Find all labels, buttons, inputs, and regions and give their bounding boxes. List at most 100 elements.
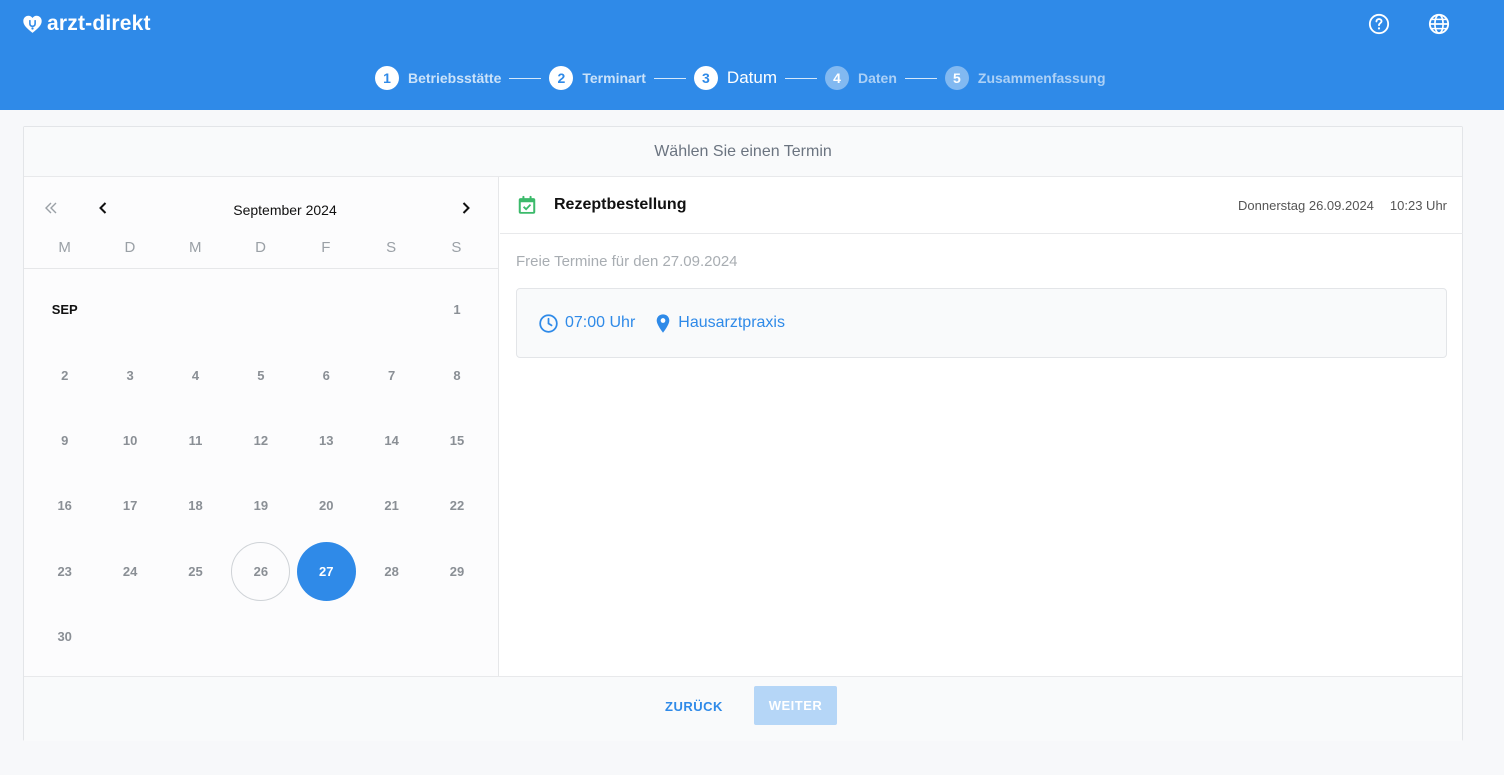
calendar-empty-cell	[97, 604, 162, 669]
help-icon[interactable]	[1368, 13, 1390, 35]
calendar-day[interactable]: 11	[163, 408, 228, 473]
calendar-day[interactable]: 28	[359, 539, 424, 604]
calendar-day-number: 15	[449, 432, 465, 448]
weekday-label: M	[58, 239, 71, 256]
calendar-day-number: 21	[384, 498, 399, 514]
calendar-empty-cell	[359, 277, 424, 342]
calendar-day-number: 16	[57, 498, 72, 514]
weekday-label: F	[321, 239, 331, 256]
progress-stepper: 1 Betriebsstätte 2 Terminart 3 Datum 4 D…	[375, 66, 1106, 90]
step-number: 4	[825, 66, 849, 90]
calendar-empty-cell	[163, 277, 228, 342]
step-terminart[interactable]: 2 Terminart	[549, 66, 646, 90]
appointment-detail-panel: Rezeptbestellung Donnerstag 26.09.2024 1…	[500, 177, 1463, 676]
step-datum: 3 Datum	[693, 66, 777, 90]
calendar-day[interactable]: 6	[294, 342, 359, 407]
calendar-day-number: 14	[384, 432, 399, 448]
calendar-navigation: September 2024	[24, 177, 499, 237]
calendar-day[interactable]: 2	[32, 342, 97, 407]
calendar-day-number: 20	[319, 498, 334, 514]
brand-name: arzt-direkt	[47, 12, 151, 35]
step-number: 3	[693, 66, 718, 90]
calendar-day[interactable]: 1	[424, 277, 489, 342]
weekday-label: S	[451, 239, 462, 256]
step-connector	[785, 77, 817, 79]
step-label: Betriebsstätte	[408, 70, 502, 86]
calendar-day-selected[interactable]: 27	[294, 539, 359, 604]
current-time: 10:23 Uhr	[1389, 198, 1447, 213]
calendar-day[interactable]: 9	[32, 408, 97, 473]
calendar-day[interactable]: 5	[228, 342, 293, 407]
brand-logo[interactable]: arzt-direkt	[22, 12, 151, 36]
calendar-day-today[interactable]: 26	[228, 539, 293, 604]
calendar-week-row: SEP 1	[32, 277, 490, 342]
calendar-day-number: 29	[449, 563, 465, 579]
calendar-day-number: 7	[388, 367, 396, 383]
step-connector	[509, 77, 542, 79]
calendar-day[interactable]: 4	[163, 342, 228, 407]
back-button[interactable]: ZURÜCK	[644, 687, 744, 725]
calendar-day-number: 3	[126, 367, 134, 383]
calendar-week-row: 2 3 4 5 6 7 8	[32, 342, 490, 407]
calendar-day[interactable]: 16	[32, 473, 97, 538]
step-betriebsstaette[interactable]: 1 Betriebsstätte	[375, 66, 501, 90]
calendar-day[interactable]: 12	[228, 408, 293, 473]
step-number: 5	[944, 66, 969, 90]
time-slot-card[interactable]: 07:00 Uhr Hausarztpraxis	[516, 288, 1447, 358]
calendar-day[interactable]: 22	[424, 473, 489, 538]
calendar-day-number: 25	[188, 563, 203, 579]
calendar-day[interactable]: 29	[424, 539, 489, 604]
calendar-day[interactable]: 19	[228, 473, 293, 538]
calendar-day[interactable]: 20	[294, 473, 359, 538]
free-slots-label: Freie Termine für den 27.09.2024	[516, 253, 738, 270]
calendar-day[interactable]: 25	[163, 539, 228, 604]
slot-time-text: 07:00 Uhr	[565, 314, 636, 331]
calendar-day[interactable]: 10	[97, 408, 162, 473]
calendar-day[interactable]: 21	[359, 473, 424, 538]
calendar-day[interactable]: 23	[32, 539, 97, 604]
calendar-day-number: 9	[61, 432, 69, 448]
appointment-type-title: Rezeptbestellung	[554, 196, 687, 213]
weekday-label: D	[255, 239, 266, 256]
calendar-day-number: 11	[188, 432, 203, 448]
next-button[interactable]: WEITER	[754, 686, 837, 725]
calendar-day-number: 28	[384, 563, 399, 579]
calendar-day-number: 22	[449, 498, 465, 514]
chevron-right-icon[interactable]	[457, 199, 475, 217]
calendar-day-number: 27	[296, 541, 356, 601]
clock-icon	[539, 313, 558, 333]
calendar-day-number: 1	[453, 302, 461, 318]
calendar-week-row: 9 10 11 12 13 14 15	[32, 408, 490, 473]
calendar-day[interactable]: 17	[97, 473, 162, 538]
slot-location-text: Hausarztpraxis	[678, 314, 785, 331]
calendar-day[interactable]: 13	[294, 408, 359, 473]
calendar-day-number: 18	[188, 498, 203, 514]
calendar-day-number: 24	[122, 563, 138, 579]
slot-time: 07:00 Uhr	[538, 313, 635, 334]
calendar-days-grid: SEP 1 2 3 4 5 6 7 8 9 10 11 12 13 14 15 16 17 18 19 20 21 22 23…	[32, 277, 490, 669]
calendar-day-number: 2	[61, 367, 69, 383]
calendar-day-number: 8	[453, 367, 461, 383]
calendar-empty-cell	[424, 604, 489, 669]
calendar-day[interactable]: 30	[32, 604, 97, 669]
calendar-day-number: 13	[319, 432, 334, 448]
calendar-day[interactable]: 15	[424, 408, 489, 473]
calendar-empty-cell	[228, 604, 293, 669]
step-connector	[653, 77, 686, 79]
calendar-day-number: 30	[57, 629, 72, 645]
calendar-day[interactable]: 18	[163, 473, 228, 538]
calendar-day[interactable]: 7	[359, 342, 424, 407]
calendar-day[interactable]: 8	[424, 342, 489, 407]
calendar-day[interactable]: 14	[359, 408, 424, 473]
calendar-day[interactable]: 3	[97, 342, 162, 407]
calendar-panel: September 2024 M D M D F S S SEP 1 2 3 4 5 6 7 8…	[24, 177, 499, 676]
month-tag-label: SEP	[51, 302, 78, 318]
calendar-empty-cell	[294, 604, 359, 669]
calendar-day[interactable]: 24	[97, 539, 162, 604]
calendar-empty-cell	[359, 604, 424, 669]
calendar-empty-cell	[97, 277, 162, 342]
globe-icon[interactable]	[1428, 13, 1450, 35]
card-title: Wählen Sie einen Termin	[24, 127, 1462, 177]
step-label: Terminart	[582, 70, 646, 86]
calendar-day-number: 10	[122, 432, 138, 448]
